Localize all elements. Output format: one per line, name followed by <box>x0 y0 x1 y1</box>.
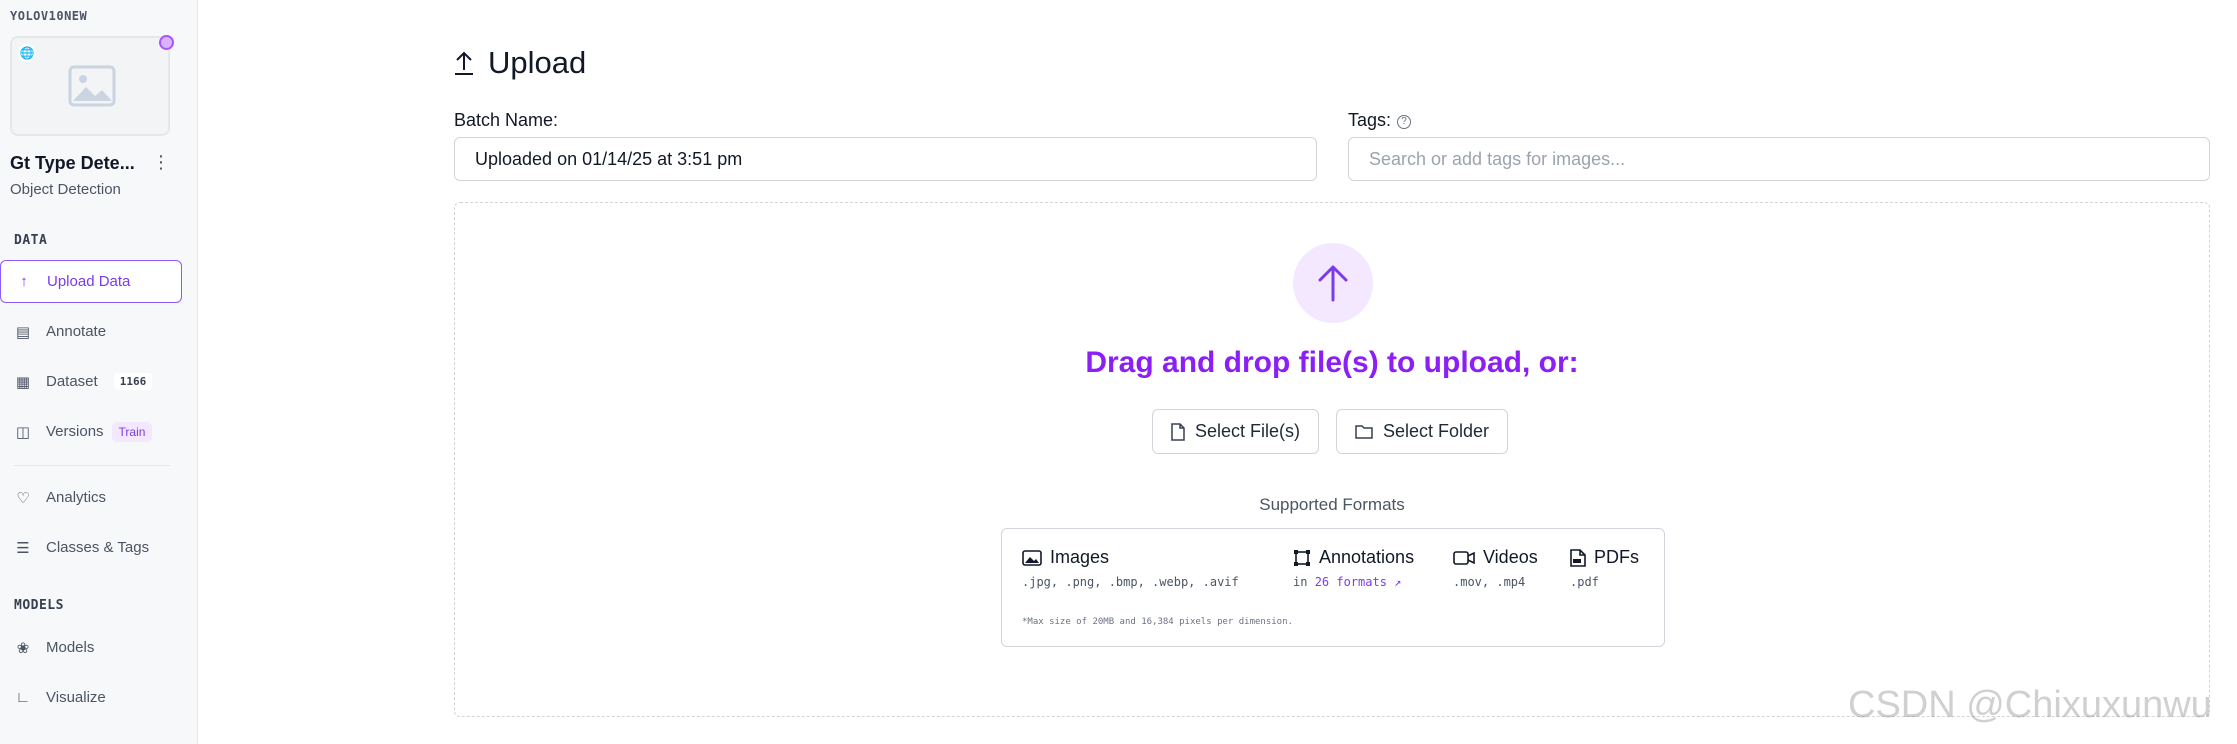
videos-extensions: .mov, .mp4 <box>1453 575 1526 589</box>
section-models-heading: MODELS <box>14 598 64 613</box>
image-placeholder-icon <box>68 65 116 107</box>
format-images: Images .jpg, .png, .bmp, .webp, .avif <box>1022 547 1239 589</box>
sidebar-item-classes-tags[interactable]: ☰ Classes & Tags <box>0 526 182 569</box>
project-thumbnail[interactable]: 🌐 <box>10 36 170 136</box>
sidebar-item-label: Annotate <box>46 323 107 340</box>
pdfs-extensions: .pdf <box>1570 575 1599 589</box>
page-header: Upload <box>454 45 586 81</box>
sidebar-item-label: Versions <box>46 423 104 440</box>
sidebar-item-label: Models <box>46 639 95 656</box>
sidebar-item-visualize[interactable]: ∟ Visualize <box>0 676 182 719</box>
train-pill[interactable]: Train <box>111 421 153 442</box>
images-icon: ▦ <box>15 373 31 391</box>
versions-icon: ◫ <box>15 423 31 441</box>
upload-icon: ↑ <box>20 273 28 290</box>
upload-icon <box>455 51 473 75</box>
workspace-name[interactable]: YOLOV10NEW <box>10 9 87 23</box>
sidebar-item-upload-data[interactable]: ↑ Upload Data <box>0 260 182 303</box>
format-annotations: Annotations in 26 formats ↗ <box>1293 547 1414 589</box>
formats-box: Images .jpg, .png, .bmp, .webp, .avif An… <box>1001 528 1665 647</box>
batch-name-label: Batch Name: <box>454 110 559 130</box>
folder-icon <box>1355 425 1373 439</box>
models-icon: ❀ <box>16 639 30 657</box>
sidebar-divider <box>14 465 170 466</box>
sidebar-item-dataset[interactable]: ▦ Dataset 1166 <box>0 360 182 403</box>
sidebar-item-annotate[interactable]: ▤ Annotate <box>0 310 182 353</box>
drop-instructions: Drag and drop file(s) to upload, or: <box>1085 346 1579 379</box>
drop-zone[interactable]: Drag and drop file(s) to upload, or: Sel… <box>454 202 2210 717</box>
images-title: Images <box>1050 547 1110 567</box>
sidebar-item-label: Classes & Tags <box>46 539 150 556</box>
batch-name-input[interactable] <box>454 137 1317 181</box>
bounding-box-icon <box>1294 549 1310 566</box>
select-folder-button[interactable]: Select Folder <box>1336 409 1509 454</box>
help-icon[interactable]: ? <box>1397 115 1412 129</box>
video-icon <box>1453 550 1475 565</box>
size-limit-note: *Max size of 20MB and 16,384 pixels per … <box>1022 617 1293 627</box>
sidebar-item-models[interactable]: ❀ Models <box>0 626 182 669</box>
sidebar-item-label: Analytics <box>46 489 107 506</box>
annotations-info: in 26 formats ↗ <box>1293 575 1414 589</box>
sidebar-item-analytics[interactable]: ♡ Analytics <box>0 476 182 519</box>
images-extensions: .jpg, .png, .bmp, .webp, .avif <box>1022 575 1239 589</box>
tags-label: Tags: <box>1348 110 1392 130</box>
page-title: Upload <box>488 45 587 80</box>
section-data-heading: DATA <box>14 233 48 248</box>
annotations-title: Annotations <box>1319 547 1415 567</box>
sidebar-item-versions[interactable]: ◫ Versions Train <box>0 410 182 453</box>
annotate-icon: ▤ <box>15 323 31 341</box>
pdf-icon <box>1570 548 1586 567</box>
images-icon <box>1022 549 1042 566</box>
supported-formats-title: Supported Formats <box>1259 495 1405 514</box>
file-icon <box>1171 422 1185 441</box>
upload-arrow-icon <box>1293 243 1373 323</box>
select-files-button[interactable]: Select File(s) <box>1152 409 1320 454</box>
chart-icon: ∟ <box>15 689 31 706</box>
format-pdfs: PDFs .pdf <box>1570 547 1639 589</box>
videos-title: Videos <box>1483 547 1538 567</box>
select-files-label: Select File(s) <box>1195 421 1301 441</box>
tags-label-row: Tags:? <box>1348 110 1412 131</box>
sidebar-item-label: Visualize <box>46 689 106 706</box>
tags-input[interactable] <box>1348 137 2210 181</box>
pdfs-title: PDFs <box>1594 547 1639 567</box>
dataset-count-badge: 1166 <box>113 373 153 390</box>
external-link-icon[interactable]: ↗ <box>1394 575 1401 589</box>
sidebar-item-label: Upload Data <box>47 273 131 290</box>
project-title[interactable]: Gt Type Dete... <box>10 153 140 174</box>
more-options-icon[interactable]: ⋮ <box>152 152 170 173</box>
app-window: YOLOV10NEW 🌐 Gt Type Dete... ⋮ Object De… <box>0 0 2237 744</box>
sidebar-item-label: Dataset <box>46 373 98 390</box>
heartbeat-icon: ♡ <box>16 489 30 507</box>
annotation-formats-link[interactable]: 26 formats <box>1315 575 1387 589</box>
project-type: Object Detection <box>10 181 121 198</box>
watermark: CSDN @Chixuxunwu <box>1848 684 2212 726</box>
globe-icon: 🌐 <box>18 44 36 62</box>
annotations-prefix: in <box>1293 575 1308 589</box>
list-icon: ☰ <box>16 539 30 557</box>
status-dot <box>159 35 174 50</box>
sidebar: YOLOV10NEW 🌐 Gt Type Dete... ⋮ Object De… <box>0 0 198 744</box>
select-folder-label: Select Folder <box>1383 421 1490 441</box>
format-videos: Videos .mov, .mp4 <box>1453 547 1538 589</box>
